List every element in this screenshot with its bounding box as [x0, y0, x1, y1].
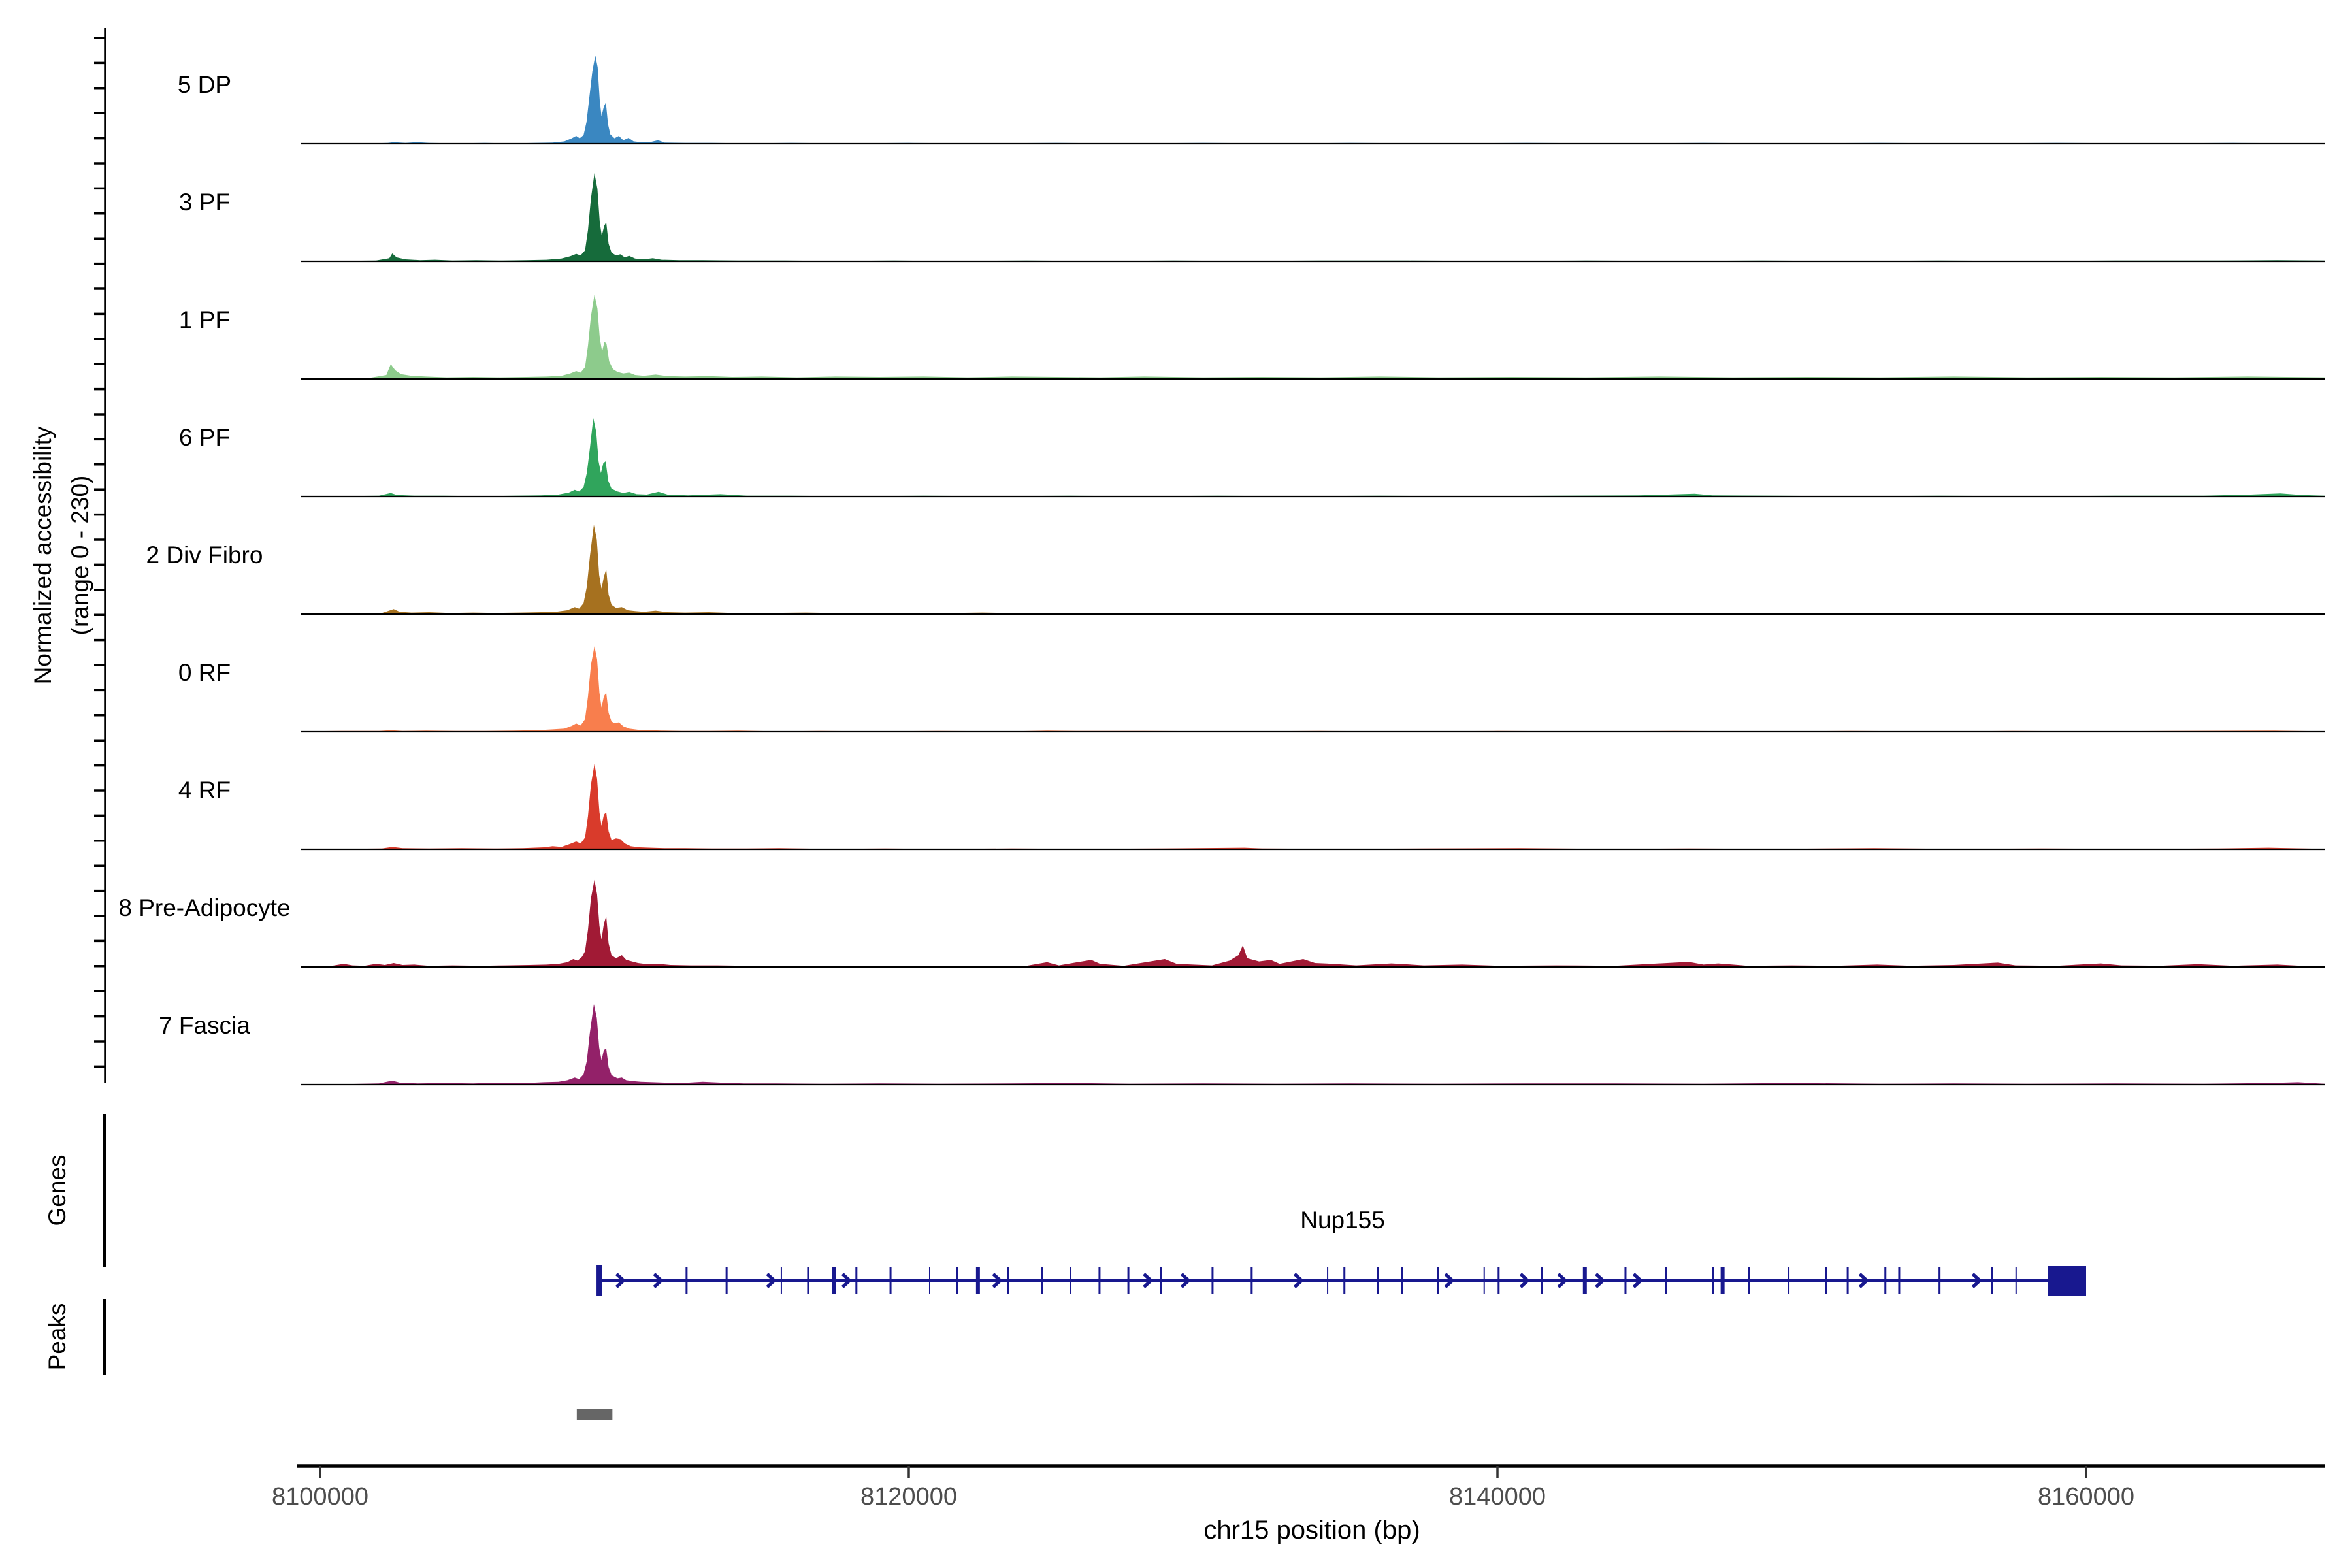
gene-exon-tick: [1437, 1267, 1439, 1294]
gene-exon-tick: [1884, 1267, 1887, 1294]
gene-exon-tick: [1343, 1267, 1346, 1294]
gene-exon-tick: [780, 1267, 782, 1294]
gene-exon-tick: [1211, 1267, 1214, 1294]
gene-exon-tick: [1541, 1267, 1543, 1294]
gene-exon-tick: [1327, 1267, 1329, 1294]
x-axis-tick-label: 8100000: [272, 1483, 368, 1511]
track-label-4-rf: 4 RF: [178, 777, 231, 804]
gene-exon-tick: [1160, 1267, 1162, 1294]
track-label-8-pre-adipocyte: 8 Pre-Adipocyte: [118, 894, 291, 921]
gene-exon-tick: [1483, 1267, 1485, 1294]
gene-exon-tick: [1938, 1267, 1941, 1294]
gene-exon-tick: [725, 1267, 728, 1294]
gene-end-utr-box: [2048, 1266, 2086, 1296]
gene-exon-tick: [1250, 1267, 1253, 1294]
track-label-6-pf: 6 PF: [178, 424, 231, 451]
gene-exon-tick: [889, 1267, 892, 1294]
coverage-plot: Nup155 8100000 8120000 8140000 8160000 Norma…: [0, 0, 2352, 1568]
signal-track-area: [301, 56, 2325, 144]
signal-track-area: [301, 1004, 2325, 1085]
gene-start-exon: [596, 1265, 602, 1296]
track-label-2-div-fibro: 2 Div Fibro: [146, 542, 263, 568]
x-axis-tick-label: 8120000: [860, 1483, 957, 1511]
gene-exon-tick: [1898, 1267, 1901, 1294]
gene-exon-tick: [1582, 1267, 1587, 1294]
gene-exon-tick: [1788, 1267, 1790, 1294]
x-axis-tick-label: 8160000: [2038, 1483, 2134, 1511]
gene-exon-tick: [807, 1267, 809, 1294]
signal-track-area: [301, 173, 2325, 261]
track-label-0-rf: 0 RF: [178, 659, 231, 686]
track-label-1-pf: 1 PF: [178, 306, 231, 333]
peak-region-box: [576, 1409, 613, 1420]
gene-exon-tick: [975, 1267, 980, 1294]
signal-track-area: [301, 295, 2325, 379]
gene-exon-tick: [1098, 1267, 1101, 1294]
signal-track-area: [301, 646, 2325, 732]
y-axis-label-line1: Normalized accessibility: [29, 426, 56, 685]
gene-exon-tick: [1712, 1267, 1714, 1294]
peaks-panel-label: Peaks: [44, 1303, 71, 1371]
signal-track-area: [301, 879, 2325, 967]
track-label-7-fascia: 7 Fascia: [159, 1012, 250, 1039]
gene-exon-tick: [1720, 1267, 1725, 1294]
gene-exon-tick: [685, 1267, 688, 1294]
gene-exon-tick: [1991, 1267, 1993, 1294]
signal-track-area: [301, 764, 2325, 849]
track-label-3-pf: 3 PF: [178, 189, 231, 216]
gene-exon-tick: [1846, 1267, 1849, 1294]
gene-exon-tick: [1377, 1267, 1379, 1294]
genome-browser-svg: Nup155 8100000 8120000 8140000 8160000: [94, 28, 2325, 1511]
gene-exon-tick: [1401, 1267, 1403, 1294]
gene-exon-tick: [1070, 1267, 1071, 1294]
gene-exon-tick: [956, 1267, 958, 1294]
gene-exon-tick: [1497, 1267, 1500, 1294]
gene-exon-tick: [1825, 1267, 1827, 1294]
signal-track-area: [301, 525, 2325, 614]
track-label-5-dp: 5 DP: [177, 71, 232, 98]
gene-exon-tick: [2015, 1267, 2017, 1294]
gene-exon-tick: [855, 1267, 858, 1294]
gene-exon-tick: [1007, 1267, 1009, 1294]
gene-exon-tick: [832, 1267, 836, 1294]
gene-exon-tick: [1624, 1267, 1627, 1294]
gene-exon-tick: [1041, 1267, 1043, 1294]
gene-name-label: Nup155: [1300, 1207, 1385, 1233]
x-axis-title: chr15 position (bp): [1203, 1516, 1420, 1544]
gene-exon-tick: [928, 1267, 930, 1294]
gene-exon-tick: [1748, 1267, 1750, 1294]
gene-exon-tick: [1665, 1267, 1667, 1294]
signal-track-area: [301, 418, 2325, 497]
gene-exon-tick: [1127, 1267, 1130, 1294]
x-axis-tick-label: 8140000: [1449, 1483, 1546, 1511]
